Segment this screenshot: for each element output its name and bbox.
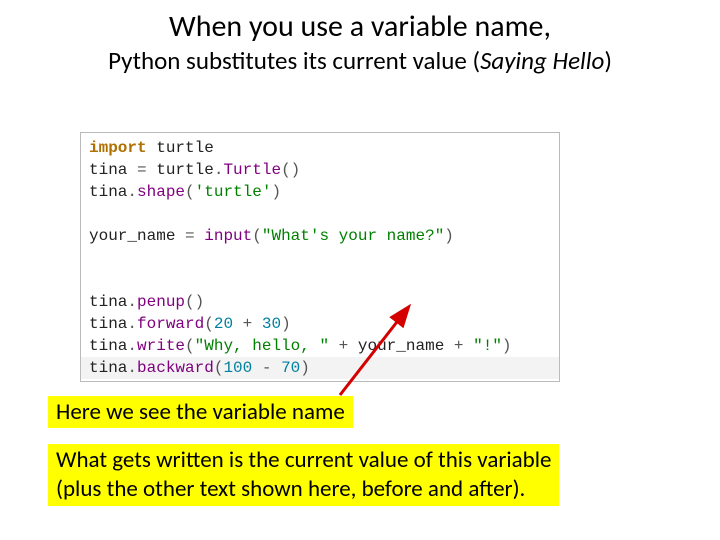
ident: tina [89,359,127,377]
str-turtle: 'turtle' [195,183,272,201]
str-hello: "Why, hello, " [195,337,329,355]
dot: . [127,359,137,377]
title-line-2c: ) [604,45,612,76]
fn-backward: backward [137,359,214,377]
keyword-import: import [89,139,147,157]
dot: . [127,293,137,311]
callout2-line2: (plus the other text shown here, before … [56,475,551,504]
space [195,227,205,245]
open-paren: ( [252,227,262,245]
fn-input: input [204,227,252,245]
code-line-3: tina.shape('turtle') [81,181,559,203]
fn-penup: penup [137,293,185,311]
code-blank-2 [81,247,559,269]
str-prompt: "What's your name?" [262,227,444,245]
title-line-2a: Python substitutes its current value ( [108,45,480,76]
close-paren: ) [281,315,291,333]
callout-variable-name: Here we see the variable name [48,396,353,428]
code-line-10: tina.write("Why, hello, " + your_name + … [81,335,559,357]
num-20: 20 [214,315,233,333]
dot: . [127,183,137,201]
num-100: 100 [223,359,252,377]
code-line-8: tina.penup() [81,291,559,313]
num-70: 70 [281,359,300,377]
fn-forward: forward [137,315,204,333]
eq: = [185,227,195,245]
code-blank-3 [81,269,559,291]
close-paren: ) [502,337,512,355]
num-30: 30 [262,315,281,333]
dot: . [214,161,224,179]
code-box: import turtle tina = turtle.Turtle() tin… [80,132,560,382]
code-line-1: import turtle [81,137,559,159]
ident: turtle [147,161,214,179]
close-paren: ) [271,183,281,201]
minus: - [252,359,281,377]
fn-shape: shape [137,183,185,201]
open-paren: ( [214,359,224,377]
title-line-2: Python substitutes its current value (Sa… [0,45,720,76]
close-paren: ) [444,227,454,245]
open-paren: ( [185,183,195,201]
ident-yourname: your_name [89,227,185,245]
ident: tina [89,293,127,311]
ident: tina [89,337,127,355]
code-line-11: tina.backward(100 - 70) [81,357,559,379]
ident: tina [89,315,127,333]
dot: . [127,337,137,355]
ident: tina [89,183,127,201]
open-paren: ( [185,337,195,355]
code-line-9: tina.forward(20 + 30) [81,313,559,335]
fn-turtle: Turtle [223,161,281,179]
code-blank-1 [81,203,559,225]
code-line-2: tina = turtle.Turtle() [81,159,559,181]
dot: . [127,315,137,333]
close-paren: ) [300,359,310,377]
module-turtle: turtle [147,139,214,157]
code-line-5: your_name = input("What's your name?") [81,225,559,247]
fn-write: write [137,337,185,355]
callout-explanation: What gets written is the current value o… [48,444,559,506]
title-line-2b: Saying Hello [480,45,604,76]
eq: = [137,161,147,179]
arrow-icon [330,310,450,400]
plus: + [233,315,262,333]
parens: () [281,161,300,179]
parens: () [185,293,204,311]
open-paren: ( [204,315,214,333]
title-line-1: When you use a variable name, [0,8,720,45]
callout2-line1: What gets written is the current value o… [56,446,551,475]
str-excl: "!" [473,337,502,355]
ident: tina [89,161,137,179]
title-block: When you use a variable name, Python sub… [0,0,720,76]
